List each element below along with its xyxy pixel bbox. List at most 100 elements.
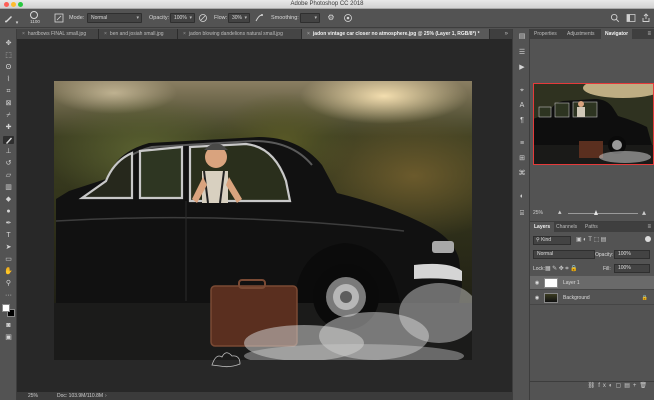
hand-tool-icon[interactable]: ✋: [3, 268, 14, 276]
share-icon[interactable]: [641, 13, 651, 26]
zoom-tool-icon[interactable]: ⚲: [3, 280, 14, 288]
brush-tool-icon[interactable]: [3, 136, 14, 144]
tab-document-1[interactable]: × hardbows FINAL small.jpg: [17, 29, 99, 39]
tabs-overflow-icon[interactable]: »: [505, 29, 508, 39]
layers-panel-menu-icon[interactable]: ≡: [647, 222, 651, 232]
info-panel-icon[interactable]: ⌸: [516, 209, 528, 219]
brush-size-value: 1100: [30, 19, 40, 24]
panel-menu-icon[interactable]: ≡: [647, 29, 651, 39]
character-panel-icon[interactable]: A: [516, 101, 528, 111]
close-tab-icon[interactable]: ×: [104, 31, 107, 37]
close-tab-icon[interactable]: ×: [22, 31, 25, 37]
frame-tool-icon[interactable]: ⊠: [3, 100, 14, 108]
navigator-zoom-value[interactable]: 25%: [533, 210, 543, 216]
tab-navigator[interactable]: Navigator: [601, 29, 633, 39]
paragraph-panel-icon[interactable]: ¶: [516, 116, 528, 126]
tab-paths[interactable]: Paths: [581, 222, 602, 232]
tool-preset-dropdown-icon[interactable]: ▾: [14, 18, 20, 28]
close-tab-icon[interactable]: ×: [307, 31, 310, 37]
foreground-color-swatch[interactable]: [2, 304, 10, 312]
tab-properties[interactable]: Properties: [530, 29, 561, 39]
opacity-label: Opacity:: [149, 15, 170, 21]
navigator-zoom-slider[interactable]: [568, 213, 638, 214]
blur-tool-icon[interactable]: ◆: [3, 196, 14, 204]
workspace-switcher-icon[interactable]: [626, 13, 636, 26]
fill-label: Fill:: [603, 266, 611, 272]
lasso-tool-icon[interactable]: ʘ: [3, 64, 14, 72]
gradient-tool-icon[interactable]: ▥: [3, 184, 14, 192]
properties-panel-icon[interactable]: ☰: [516, 48, 528, 58]
layer-filter-icons[interactable]: ▣◐T⬚▤: [576, 236, 608, 243]
clone-stamp-tool-icon[interactable]: ⊥: [3, 148, 14, 156]
smoothing-input[interactable]: [300, 13, 320, 23]
status-menu-icon[interactable]: ›: [105, 392, 107, 400]
close-tab-icon[interactable]: ×: [183, 31, 186, 37]
lock-icons[interactable]: ▦✎✥⌗🔒: [545, 265, 579, 273]
mode-select[interactable]: Normal: [87, 13, 142, 23]
adjustments-dock-icon[interactable]: ◐: [516, 192, 528, 202]
layers-panel: Layers Channels Paths ≡ ⚲ Kind ▣◐T⬚▤ Nor…: [530, 221, 654, 400]
history-brush-tool-icon[interactable]: ↺: [3, 160, 14, 168]
tab-document-2[interactable]: × ben and josiah small.jpg: [99, 29, 178, 39]
healing-brush-tool-icon[interactable]: ✚: [3, 124, 14, 132]
layer-row[interactable]: ◉ Background 🔒: [530, 291, 654, 305]
pressure-opacity-icon[interactable]: [198, 13, 208, 23]
airbrush-icon[interactable]: [254, 13, 264, 23]
opacity-input[interactable]: 100%: [170, 13, 195, 23]
layer-opacity-input[interactable]: 100%: [614, 250, 650, 259]
quick-selection-tool-icon[interactable]: ⌇: [3, 76, 14, 84]
more-tools-icon[interactable]: ···: [3, 292, 14, 300]
blend-mode-select[interactable]: Normal: [533, 250, 595, 259]
pressure-size-icon[interactable]: [343, 13, 353, 23]
brush-size-picker[interactable]: 1100: [24, 11, 46, 26]
path-selection-tool-icon[interactable]: ➤: [3, 244, 14, 252]
navigator-view-box[interactable]: [533, 83, 654, 165]
fill-input[interactable]: 100%: [614, 264, 650, 273]
zoom-out-icon[interactable]: ▴: [558, 208, 562, 218]
layer-thumbnail: [544, 278, 558, 288]
marquee-tool-icon[interactable]: ⬚: [3, 52, 14, 60]
gear-icon[interactable]: ⚙: [326, 13, 336, 23]
rectangle-tool-icon[interactable]: ▭: [3, 256, 14, 264]
eye-icon[interactable]: ◉: [533, 291, 541, 305]
document-image[interactable]: [54, 81, 472, 360]
layers-footer-actions[interactable]: ⛓fx◐▢▤+🗑: [530, 381, 654, 390]
layer-row[interactable]: ◉ Layer 1: [530, 276, 654, 290]
eye-icon[interactable]: ◉: [533, 276, 541, 290]
clone-source-panel-icon[interactable]: ⊞: [516, 154, 528, 164]
tab-document-active[interactable]: × jadon vintage car closer no atmosphere.…: [302, 29, 490, 39]
eraser-tool-icon[interactable]: ▱: [3, 172, 14, 180]
actions-panel-icon[interactable]: ▶: [516, 63, 528, 73]
quick-mask-icon[interactable]: ◙: [3, 322, 14, 330]
zoom-in-icon[interactable]: ▴: [642, 208, 646, 218]
canvas-area[interactable]: [17, 39, 512, 392]
brush-tool-preset-icon[interactable]: [4, 13, 14, 23]
flow-label: Flow:: [214, 15, 228, 21]
search-icon[interactable]: [610, 13, 620, 26]
tool-presets-panel-icon[interactable]: ⌘: [516, 169, 528, 179]
brushes-panel-icon[interactable]: ≡: [516, 139, 528, 149]
layer-filter-select[interactable]: ⚲ Kind: [533, 236, 571, 245]
window-title: Adobe Photoshop CC 2018: [290, 1, 364, 7]
move-tool-icon[interactable]: ✥: [3, 40, 14, 48]
tab-document-3[interactable]: × jadon blowing dandelions natural small.…: [178, 29, 302, 39]
screen-mode-icon[interactable]: ▣: [3, 334, 14, 342]
type-tool-icon[interactable]: T: [3, 232, 14, 240]
status-bar: 25% Doc: 103.9M/110.8M ›: [17, 392, 512, 400]
crop-tool-icon[interactable]: ⌗: [3, 88, 14, 96]
flow-input[interactable]: 30%: [228, 13, 250, 23]
tab-adjustments[interactable]: Adjustments: [563, 29, 599, 39]
tab-channels[interactable]: Channels: [552, 222, 581, 232]
brush-settings-panel-icon[interactable]: ⌖: [516, 86, 528, 96]
pen-tool-icon[interactable]: ✒: [3, 220, 14, 228]
history-panel-icon[interactable]: ▤: [516, 32, 528, 42]
eyedropper-tool-icon[interactable]: ⌿: [3, 112, 14, 120]
zoom-level[interactable]: 25%: [28, 392, 38, 400]
filter-toggle-icon[interactable]: [645, 236, 651, 242]
layer-name[interactable]: Background: [563, 291, 590, 305]
navigator-thumbnail[interactable]: [533, 83, 654, 165]
brush-panel-toggle-icon[interactable]: [54, 13, 64, 23]
dodge-tool-icon[interactable]: ●: [3, 208, 14, 216]
tab-layers[interactable]: Layers: [530, 222, 555, 232]
layer-name[interactable]: Layer 1: [563, 276, 580, 290]
